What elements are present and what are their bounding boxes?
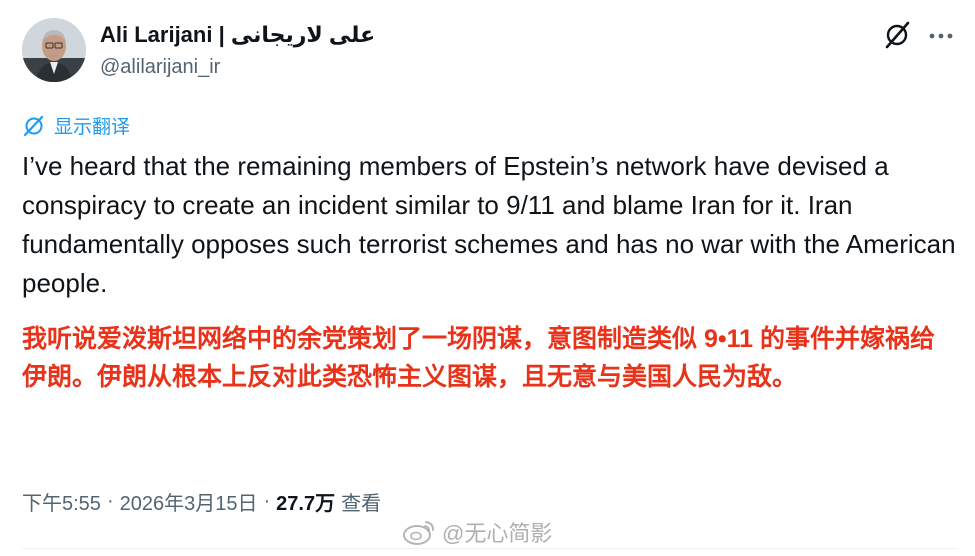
tweet-time[interactable]: 下午5:55: [22, 487, 101, 516]
views-label: 查看: [341, 493, 382, 515]
more-icon[interactable]: [924, 22, 958, 50]
divider: [22, 548, 957, 549]
watermark: @无心简影: [402, 516, 552, 548]
show-translation-button[interactable]: 显示翻译: [22, 112, 130, 139]
ellipsis-icon: [929, 33, 953, 39]
grok-icon[interactable]: [880, 18, 914, 52]
watermark-text: @无心简影: [442, 521, 553, 546]
author-display-name[interactable]: Ali Larijani | علی لاریجانی: [100, 20, 375, 50]
tweet-meta: 下午5:55 · 2026年3月15日 · 27.7万 查看: [22, 487, 381, 516]
avatar[interactable]: [22, 18, 86, 82]
weibo-logo-icon: [403, 521, 434, 545]
tweet-text: I’ve heard that the remaining members of…: [22, 151, 956, 298]
show-translation-label[interactable]: 显示翻译: [54, 112, 130, 139]
tweet-date[interactable]: 2026年3月15日: [120, 487, 258, 516]
translate-icon: [23, 115, 44, 136]
tweet-translation-text: 我听说爱泼斯坦网络中的余党策划了一场阴谋，意图制造类似 9•11 的事件并嫁祸给…: [22, 325, 935, 391]
meta-separator: ·: [263, 490, 271, 512]
author-handle[interactable]: @alilarijani_ir: [100, 54, 220, 80]
grok-glyph-icon: [885, 21, 910, 49]
meta-separator: ·: [106, 490, 114, 512]
avatar-photo: [22, 18, 86, 82]
views-count[interactable]: 27.7万: [276, 487, 335, 516]
author-name-row[interactable]: Ali Larijani | علی لاریجانی: [100, 20, 375, 50]
